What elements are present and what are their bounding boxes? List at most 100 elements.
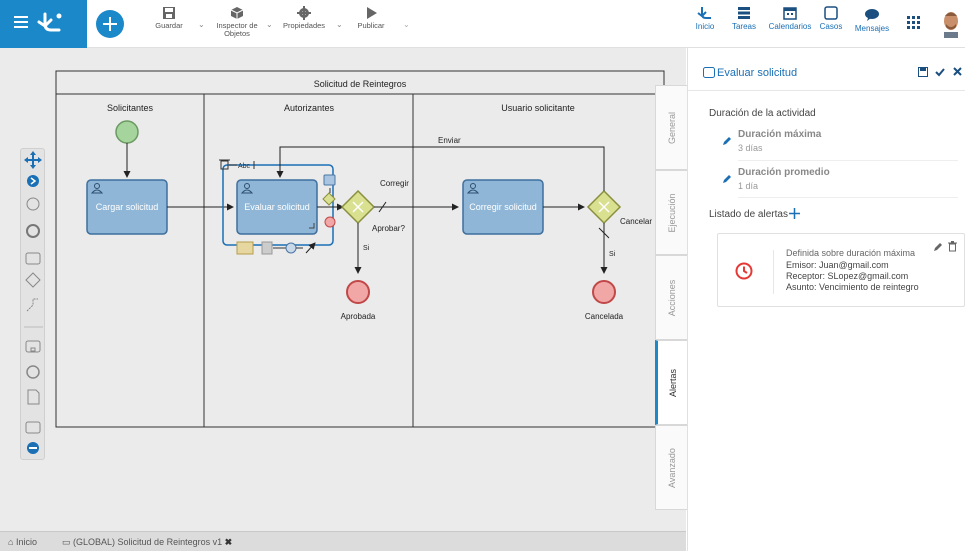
logo-icon[interactable] [37, 10, 65, 39]
inspector-dropdown-icon[interactable]: ⌄ [266, 20, 273, 29]
connector-palette-icon[interactable] [26, 298, 38, 312]
confirm-icon[interactable] [935, 67, 945, 77]
task-tool[interactable] [236, 241, 254, 255]
properties-dropdown-icon[interactable]: ⌄ [336, 20, 343, 29]
nav-calendars[interactable]: Calendarios [766, 6, 814, 31]
menu-icon[interactable] [14, 16, 28, 28]
add-button[interactable] [96, 10, 124, 38]
text-annotation-tool[interactable]: Abc [238, 163, 251, 170]
object-inspector-button[interactable]: Inspector de Objetos [213, 6, 261, 38]
close-icon[interactable] [953, 67, 962, 76]
intermediate-event-tool[interactable] [285, 242, 297, 254]
diagram-canvas[interactable]: Solicitud de Reintegros Solicitantes Aut… [0, 48, 686, 531]
gateway-palette-icon[interactable] [25, 272, 41, 288]
nav-tasks-label: Tareas [731, 22, 756, 31]
publish-label: Publicar [357, 21, 385, 30]
inspector-label-2: Objetos [224, 29, 250, 38]
home-tab[interactable]: ⌂ Inicio [8, 537, 37, 547]
lane-usuario: Usuario solicitante [501, 103, 575, 113]
label-cancelar: Cancelar [620, 217, 652, 226]
end-event-palette-icon[interactable] [26, 224, 40, 238]
doc-tool[interactable] [261, 241, 273, 255]
nav-home[interactable]: Inicio [694, 6, 716, 31]
publish-button[interactable]: Publicar [353, 6, 389, 30]
max-duration-value: 3 días [738, 143, 763, 153]
delete-tool-icon[interactable] [219, 159, 230, 170]
move-tool-icon[interactable] [24, 151, 42, 169]
alert-line-1: Definida sobre duración máxima [786, 248, 916, 258]
nav-tasks[interactable]: Tareas [730, 6, 758, 31]
diagram-tab[interactable]: ▭ (GLOBAL) Solicitud de Reintegros v1 ✖ [62, 537, 232, 548]
save-label: Guardar [155, 21, 183, 30]
end-event-aprobada[interactable] [346, 280, 370, 304]
nav-messages[interactable]: Mensajes [853, 8, 891, 33]
pool-palette-icon[interactable] [25, 421, 41, 434]
label-corregir: Corregir [380, 179, 409, 188]
window-icon: ▭ [62, 537, 71, 547]
properties-panel: Evaluar solicitud Duración de la activid… [687, 48, 965, 551]
divider [738, 197, 958, 198]
divider [738, 160, 958, 161]
add-alert-icon[interactable] [789, 208, 800, 219]
data-object-tool[interactable] [323, 174, 336, 186]
duration-section-title: Duración de la actividad [709, 108, 816, 119]
alert-card[interactable]: Definida sobre duración máxima Emisor: J… [717, 233, 965, 307]
alert-line-3: Receptor: SLopez@gmail.com [786, 271, 909, 281]
messages-icon [865, 9, 879, 21]
play-icon [367, 7, 377, 19]
lane-solicitantes: Solicitantes [107, 103, 154, 113]
nav-home-label: Inicio [695, 22, 715, 31]
properties-side-tabs: General Ejecución Acciones Alertas Avanz… [655, 85, 687, 510]
home-icon [697, 7, 711, 19]
avg-duration-label: Duración promedio [738, 167, 830, 178]
tab-alertas[interactable]: Alertas [655, 340, 687, 425]
nav-cases[interactable]: Casos [818, 6, 844, 31]
intermediate-event-palette-icon[interactable] [26, 197, 40, 211]
bpmn-diagram: Solicitud de Reintegros Solicitantes Aut… [55, 70, 665, 428]
lane-autorizantes: Autorizantes [284, 103, 335, 113]
delete-alert-icon[interactable] [948, 241, 957, 252]
gear-icon [297, 6, 311, 20]
tab-ejecucion[interactable]: Ejecución [655, 170, 687, 255]
apps-grid-icon[interactable] [907, 16, 920, 32]
pencil-icon[interactable] [722, 136, 732, 146]
label-aprobada: Aprobada [341, 312, 376, 321]
task-cargar-label: Cargar solicitud [96, 202, 159, 212]
panel-title: Evaluar solicitud [717, 67, 798, 79]
save-icon[interactable] [918, 67, 928, 77]
label-si-2: Si [609, 251, 616, 258]
event-palette-icon[interactable] [26, 365, 40, 379]
tab-acciones[interactable]: Acciones [655, 255, 687, 340]
pool-title: Solicitud de Reintegros [314, 79, 407, 89]
tab-general[interactable]: General [655, 85, 687, 170]
panel-header: Evaluar solicitud [688, 48, 965, 91]
save-button[interactable]: Guardar [152, 6, 186, 30]
shape-palette [20, 148, 45, 460]
tab-avanzado[interactable]: Avanzado [655, 425, 687, 510]
pool[interactable] [55, 70, 665, 428]
document-palette-icon[interactable] [27, 389, 40, 405]
collapse-palette-icon[interactable] [27, 442, 39, 454]
task-palette-icon[interactable] [25, 252, 41, 265]
publish-dropdown-icon[interactable]: ⌄ [403, 20, 410, 29]
properties-button[interactable]: Propiedades [281, 6, 327, 30]
subprocess-palette-icon[interactable] [25, 340, 41, 353]
end-event-tool[interactable] [324, 216, 336, 228]
end-event-cancelada[interactable] [592, 280, 616, 304]
save-dropdown-icon[interactable]: ⌄ [198, 20, 205, 29]
label-cancelada: Cancelada [585, 312, 624, 321]
alert-line-4: Asunto: Vencimiento de reintegro [786, 282, 919, 292]
avg-duration-value: 1 día [738, 181, 759, 191]
edit-alert-icon[interactable] [933, 242, 943, 252]
cube-icon [230, 7, 244, 19]
avatar[interactable] [940, 10, 962, 38]
start-event-palette-icon[interactable] [27, 175, 39, 187]
start-event[interactable] [115, 120, 139, 144]
alert-divider [773, 250, 774, 294]
close-tab-icon[interactable]: ✖ [225, 537, 233, 547]
label-si-1: Si [363, 245, 370, 252]
pencil-icon[interactable] [722, 174, 732, 184]
alert-line-2: Emisor: Juan@gmail.com [786, 260, 889, 270]
nav-cases-label: Casos [819, 22, 843, 31]
footer-bar: ⌂ Inicio ▭ (GLOBAL) Solicitud de Reinteg… [0, 531, 686, 551]
